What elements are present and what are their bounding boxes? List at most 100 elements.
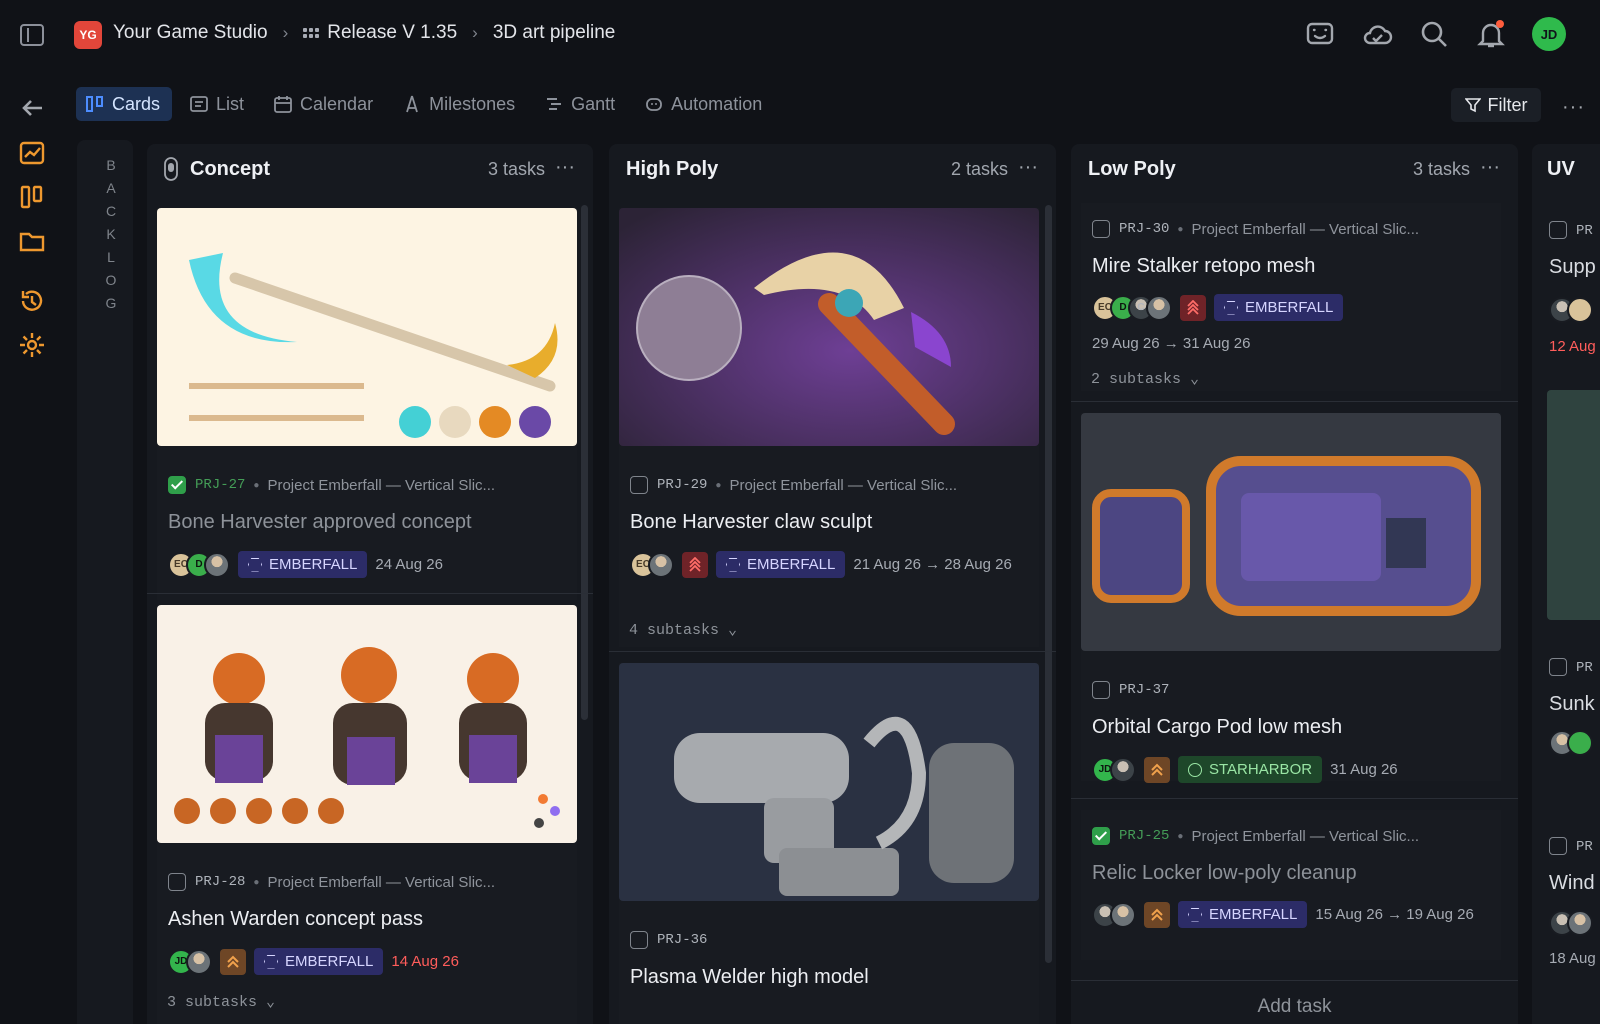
breadcrumb-studio[interactable]: Your Game Studio (113, 22, 268, 44)
column-more-button[interactable]: ··· (1018, 156, 1038, 179)
task-title[interactable]: Orbital Cargo Pod low mesh (1092, 716, 1342, 739)
folder-icon[interactable] (16, 225, 48, 257)
more-options-button[interactable]: ··· (1562, 96, 1585, 119)
tab-calendar[interactable]: Calendar (264, 87, 385, 121)
card-divider (1071, 798, 1518, 799)
user-avatar[interactable]: JD (1532, 17, 1566, 51)
project-tag[interactable]: STARHARBOR (1178, 756, 1323, 783)
sidebar-toggle-icon[interactable] (20, 24, 44, 46)
tab-list-label: List (216, 93, 245, 114)
subtasks-label: 3 subtasks (167, 994, 258, 1011)
task-checkbox[interactable] (1092, 220, 1110, 238)
task-checkbox[interactable] (1092, 827, 1110, 845)
assignee-avatars[interactable] (1092, 901, 1136, 928)
card-divider (1071, 980, 1518, 981)
assignee-avatars[interactable]: EC D (168, 551, 230, 578)
task-checkbox[interactable] (630, 476, 648, 494)
message-icon[interactable] (1304, 18, 1336, 50)
column-more-button[interactable]: ··· (1480, 156, 1500, 179)
task-card[interactable]: PRJ-28 ● Project Emberfall — Vertical Slic… (157, 605, 577, 1024)
card-meta: PRJ-28 ● Project Emberfall — Vertical Slic… (168, 873, 495, 891)
column-header: Concept 3 tasks ··· (147, 144, 593, 194)
assignee-avatars[interactable]: EC D C (1092, 294, 1172, 321)
task-card[interactable]: PRJ-29 ● Project Emberfall — Vertical Slic… (619, 208, 1039, 647)
assignee-avatars[interactable]: JD (1092, 756, 1136, 783)
assignee-avatars[interactable]: EC (630, 551, 674, 578)
project-tag[interactable]: EMBERFALL (254, 948, 384, 975)
task-card[interactable]: PRJ-37 Orbital Cargo Pod low mesh JD STA… (1081, 413, 1501, 783)
task-checkbox[interactable] (1549, 221, 1567, 239)
board-icon[interactable] (16, 181, 48, 213)
priority-urgent-icon[interactable] (1180, 294, 1206, 321)
tab-automation[interactable]: Automation (635, 87, 774, 121)
assignee-avatars (1549, 297, 1593, 328)
project-tag[interactable]: EMBERFALL (1178, 901, 1308, 928)
task-checkbox[interactable] (1549, 837, 1567, 855)
add-task-button[interactable]: Add task (1071, 996, 1518, 1018)
gear-icon[interactable] (16, 329, 48, 361)
back-arrow-icon[interactable] (16, 92, 48, 124)
task-title[interactable]: Mire Stalker retopo mesh (1092, 255, 1315, 278)
tab-cards[interactable]: Cards (76, 87, 173, 121)
list-view-icon (190, 96, 208, 112)
assignee-avatars[interactable]: JD (168, 948, 212, 975)
tab-gantt[interactable]: Gantt (535, 87, 627, 121)
task-title[interactable]: Sunk (1549, 693, 1595, 716)
project-name: Project Emberfall — Vertical Slic... (729, 476, 958, 494)
column-more-button[interactable]: ··· (555, 156, 575, 179)
subtasks-toggle[interactable]: 2 subtasks ⌄ (1091, 369, 1199, 388)
project-tag[interactable]: EMBERFALL (238, 551, 368, 578)
drag-handle-icon[interactable] (164, 157, 178, 181)
due-date: 31 Aug 26 (1330, 761, 1398, 778)
priority-high-icon[interactable] (220, 948, 246, 975)
task-title[interactable]: Bone Harvester claw sculpt (630, 511, 872, 534)
priority-high-icon[interactable] (1144, 756, 1170, 783)
breadcrumb-pipeline[interactable]: 3D art pipeline (493, 22, 616, 44)
subtasks-toggle[interactable]: 3 subtasks ⌄ (167, 992, 275, 1011)
scrollbar[interactable] (581, 205, 588, 720)
task-key: PRJ-30 (1119, 221, 1170, 237)
tab-list[interactable]: List (180, 87, 256, 121)
hexagon-icon (1188, 907, 1202, 922)
concept-weapon-image (157, 208, 577, 446)
breadcrumb-release[interactable]: Release V 1.35 (327, 22, 457, 44)
assignee-avatars (1549, 910, 1593, 941)
priority-high-icon[interactable] (1144, 901, 1170, 928)
welder-model-image (619, 663, 1039, 901)
scrollbar[interactable] (1045, 205, 1052, 963)
task-card[interactable]: PRJ-36 Plasma Welder high model (619, 663, 1039, 1024)
task-title[interactable]: Wind (1549, 872, 1595, 895)
task-card[interactable]: PRJ-27 ● Project Emberfall — Vertical Slic… (157, 208, 577, 600)
task-card[interactable]: PRJ-30 ● Project Emberfall — Vertical Slic… (1081, 203, 1501, 391)
chart-icon[interactable] (16, 137, 48, 169)
task-title[interactable]: Relic Locker low-poly cleanup (1092, 862, 1357, 885)
project-name: Project Emberfall — Vertical Slic... (267, 476, 496, 494)
subtasks-toggle[interactable]: 4 subtasks ⌄ (629, 620, 737, 639)
task-checkbox[interactable] (1549, 658, 1567, 676)
card-divider (1071, 401, 1518, 402)
priority-urgent-icon[interactable] (682, 551, 708, 578)
search-icon[interactable] (1418, 18, 1450, 50)
task-title[interactable]: Bone Harvester approved concept (168, 511, 472, 534)
history-icon[interactable] (16, 285, 48, 317)
cloud-check-icon[interactable] (1361, 18, 1393, 50)
task-checkbox[interactable] (1092, 681, 1110, 699)
task-title[interactable]: Supp (1549, 256, 1596, 279)
project-tag[interactable]: EMBERFALL (1214, 294, 1344, 321)
studio-logo[interactable]: YG (74, 21, 102, 49)
task-title[interactable]: Ashen Warden concept pass (168, 908, 423, 931)
backlog-label: BACKLOG (103, 157, 119, 318)
task-checkbox[interactable] (630, 931, 648, 949)
tab-milestones[interactable]: Milestones (393, 87, 527, 121)
uv-map-image (1547, 390, 1600, 620)
task-checkbox[interactable] (168, 873, 186, 891)
task-title[interactable]: Plasma Welder high model (630, 966, 869, 989)
backlog-column[interactable]: BACKLOG (77, 140, 133, 1024)
task-checkbox[interactable] (168, 476, 186, 494)
card-divider (609, 651, 1056, 652)
task-card[interactable]: PRJ-25 ● Project Emberfall — Vertical Slic… (1081, 810, 1501, 960)
project-tag[interactable]: EMBERFALL (716, 551, 846, 578)
column-title: Low Poly (1088, 157, 1176, 180)
filter-button[interactable]: Filter (1451, 88, 1541, 122)
bell-icon[interactable] (1475, 18, 1507, 50)
